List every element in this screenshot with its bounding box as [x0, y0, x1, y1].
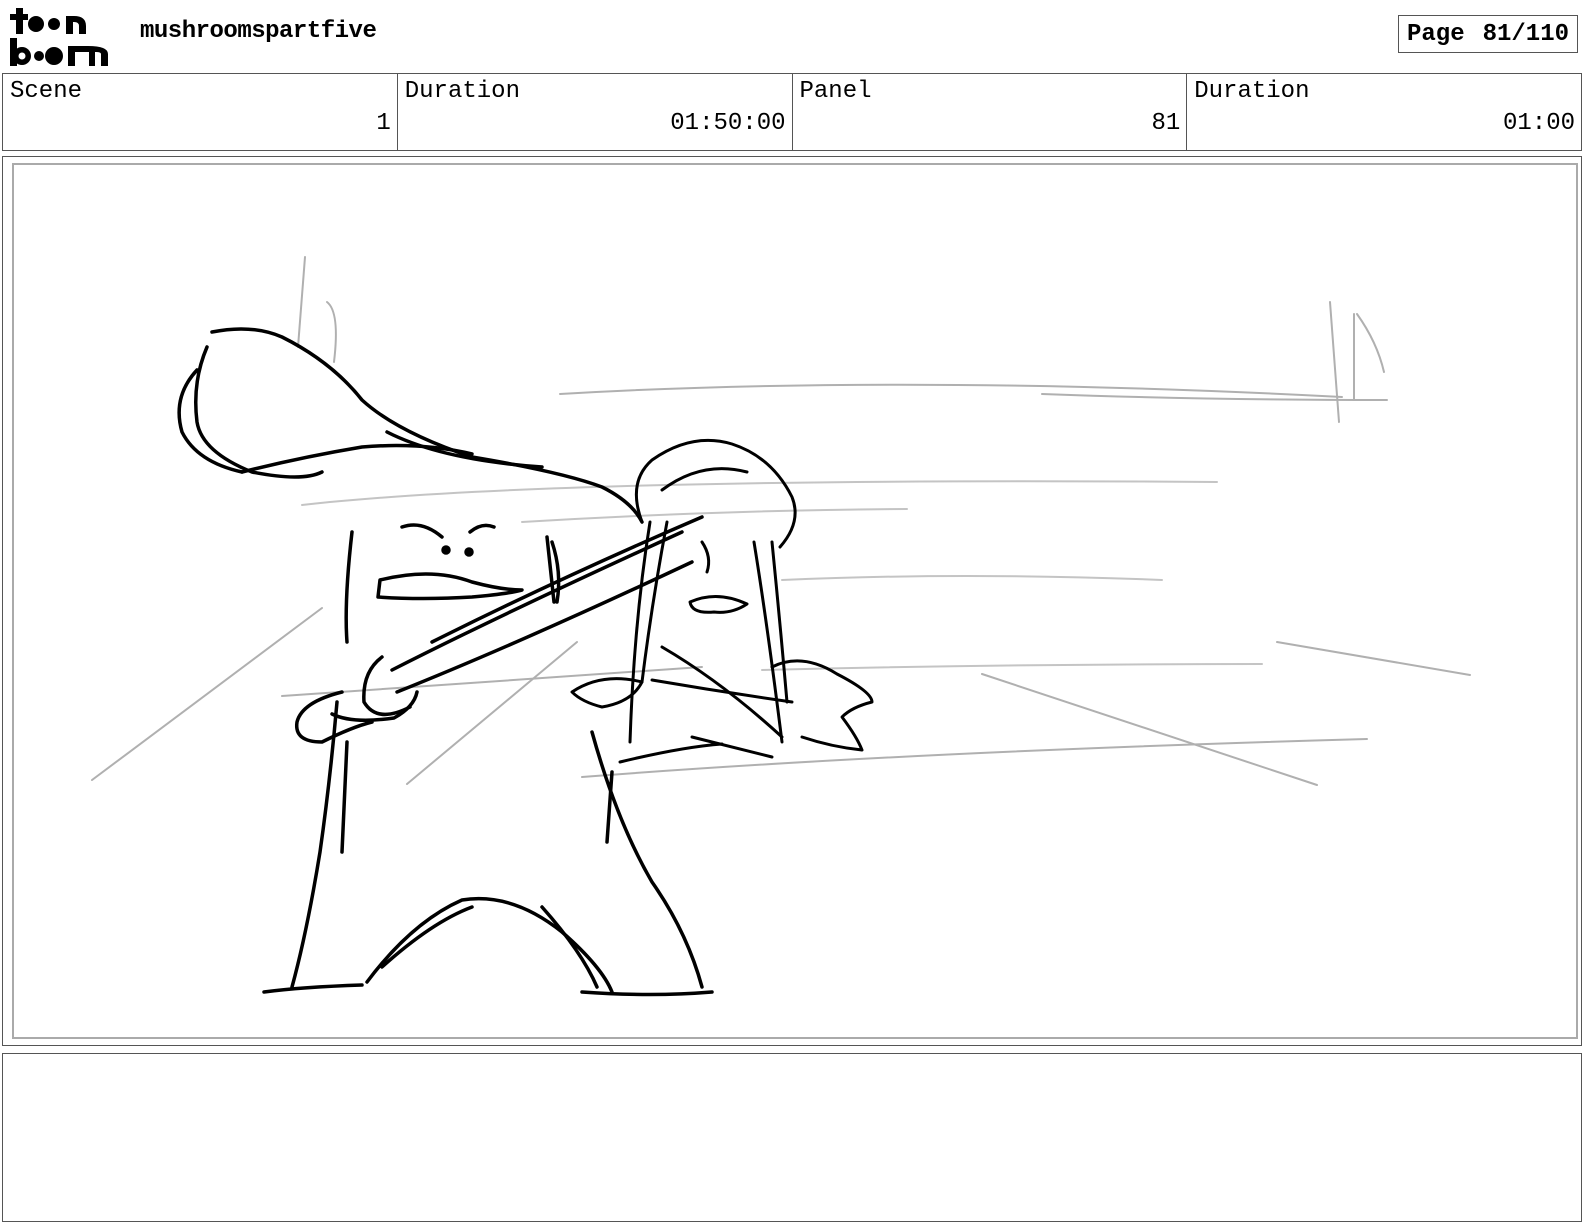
large-mushroom-character — [177, 327, 714, 997]
page-value: 81/110 — [1482, 20, 1569, 48]
scene-label: Scene — [10, 78, 83, 105]
scene-value: 1 — [376, 110, 391, 137]
scene-duration-value: 01:50:00 — [670, 110, 786, 137]
background-sketch-lines — [91, 256, 1471, 786]
panel-duration-value: 01:00 — [1502, 110, 1575, 137]
page-indicator: Page 81/110 — [1398, 15, 1578, 53]
panel-value: 81 — [1151, 110, 1181, 137]
panel-cell: Panel 81 — [793, 74, 1188, 150]
toon-boom-logo — [6, 4, 118, 68]
page-label: Page — [1407, 20, 1465, 48]
panel-label: Panel — [799, 78, 872, 105]
info-bar: Scene 1 Duration 01:50:00 Panel 81 Durat… — [2, 73, 1582, 151]
panel-duration-label: Duration — [1194, 78, 1310, 105]
project-title: mushroomspartfive — [140, 18, 377, 45]
scene-duration-label: Duration — [404, 78, 520, 105]
panel-image — [12, 163, 1578, 1039]
small-mushroom-character — [570, 438, 874, 764]
scene-cell: Scene 1 — [3, 74, 398, 150]
panel-duration-cell: Duration 01:00 — [1187, 74, 1581, 150]
scene-duration-cell: Duration 01:50:00 — [398, 74, 793, 150]
notes-area — [2, 1053, 1582, 1222]
